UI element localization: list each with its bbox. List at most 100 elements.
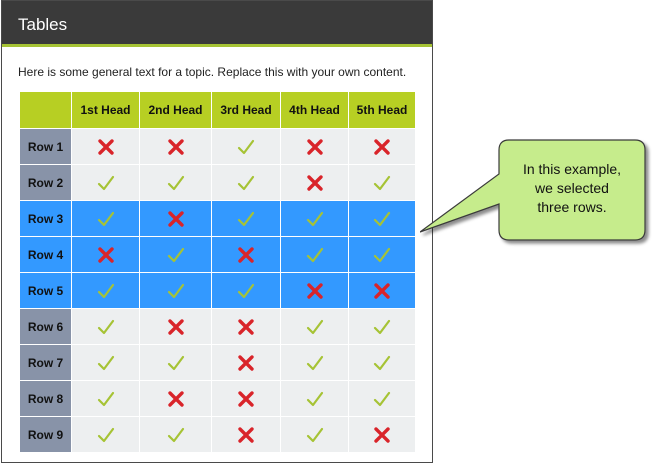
check-icon — [305, 390, 325, 407]
check-icon — [372, 390, 392, 407]
table-cell — [211, 236, 281, 273]
check-icon — [305, 318, 325, 335]
cross-icon — [305, 282, 325, 299]
table-cell — [280, 308, 349, 345]
table-row[interactable]: Row 7 — [19, 344, 416, 381]
row-label: Row 8 — [19, 380, 72, 417]
table-cell — [280, 344, 349, 381]
panel-header: Tables — [2, 1, 432, 47]
check-icon — [236, 210, 256, 227]
check-icon — [166, 246, 186, 263]
topic-panel: Tables Here is some general text for a t… — [1, 0, 433, 463]
check-icon — [166, 282, 186, 299]
table-cell — [211, 272, 281, 309]
table-cell — [348, 236, 416, 273]
row-label: Row 7 — [19, 344, 72, 381]
table-cell — [348, 128, 416, 165]
check-icon — [166, 426, 186, 443]
row-label: Row 5 — [19, 272, 72, 309]
table-cell — [348, 164, 416, 201]
table-cell — [71, 200, 140, 237]
cross-icon — [236, 246, 256, 263]
column-header: 1st Head — [71, 91, 140, 129]
callout-line: In this example, — [523, 161, 621, 177]
check-icon — [236, 138, 256, 155]
table-corner-cell — [19, 91, 72, 129]
check-icon — [166, 174, 186, 191]
cross-icon — [96, 246, 116, 263]
table-cell — [348, 344, 416, 381]
table-row[interactable]: Row 1 — [19, 128, 416, 165]
table-row[interactable]: Row 6 — [19, 308, 416, 345]
table-cell — [211, 164, 281, 201]
table-cell — [139, 272, 212, 309]
check-icon — [236, 174, 256, 191]
table-cell — [139, 200, 212, 237]
check-icon — [372, 174, 392, 191]
table-cell — [348, 416, 416, 453]
data-table: 1st Head 2nd Head 3rd Head 4th Head 5th … — [19, 91, 416, 453]
cross-icon — [236, 354, 256, 371]
check-icon — [305, 246, 325, 263]
cross-icon — [236, 426, 256, 443]
check-icon — [96, 354, 116, 371]
row-label: Row 1 — [19, 128, 72, 165]
table-row[interactable]: Row 8 — [19, 380, 416, 417]
table-cell — [211, 200, 281, 237]
table-cell — [139, 236, 212, 273]
svg-text:we selected: we selected — [534, 180, 609, 196]
check-icon — [305, 354, 325, 371]
table-row[interactable]: Row 2 — [19, 164, 416, 201]
table-cell — [71, 380, 140, 417]
table-cell — [280, 164, 349, 201]
table-cell — [211, 380, 281, 417]
table-cell — [348, 272, 416, 309]
cross-icon — [305, 174, 325, 191]
table-cell — [71, 236, 140, 273]
table-cell — [71, 164, 140, 201]
table-cell — [139, 164, 212, 201]
check-icon — [305, 426, 325, 443]
cross-icon — [166, 210, 186, 227]
table-cell — [71, 308, 140, 345]
callout-line: we selected — [534, 180, 609, 196]
cross-icon — [372, 282, 392, 299]
callout-bubble: In this example, we selected three rows. — [420, 139, 646, 241]
table-row[interactable]: Row 4 — [19, 236, 416, 273]
cross-icon — [236, 318, 256, 335]
table-cell — [280, 272, 349, 309]
check-icon — [96, 210, 116, 227]
table-cell — [280, 128, 349, 165]
row-label: Row 2 — [19, 164, 72, 201]
intro-text: Here is some general text for a topic. R… — [18, 65, 407, 79]
table-row[interactable]: Row 5 — [19, 272, 416, 309]
table-cell — [280, 200, 349, 237]
check-icon — [96, 426, 116, 443]
check-icon — [372, 318, 392, 335]
table-cell — [280, 416, 349, 453]
check-icon — [166, 354, 186, 371]
table-cell — [348, 200, 416, 237]
check-icon — [96, 318, 116, 335]
column-header: 2nd Head — [139, 91, 212, 129]
cross-icon — [166, 138, 186, 155]
column-header: 4th Head — [280, 91, 349, 129]
cross-icon — [166, 318, 186, 335]
column-header: 3rd Head — [211, 91, 281, 129]
table-cell — [280, 380, 349, 417]
panel-title: Tables — [18, 15, 68, 34]
cross-icon — [305, 138, 325, 155]
column-header: 5th Head — [348, 91, 416, 129]
check-icon — [372, 210, 392, 227]
table-cell — [139, 416, 212, 453]
table-row[interactable]: Row 9 — [19, 416, 416, 453]
table-cell — [211, 416, 281, 453]
check-icon — [372, 354, 392, 371]
table-cell — [71, 416, 140, 453]
table-row[interactable]: Row 3 — [19, 200, 416, 237]
table-cell — [348, 380, 416, 417]
cross-icon — [236, 390, 256, 407]
table-cell — [139, 308, 212, 345]
check-icon — [236, 282, 256, 299]
table-cell — [211, 128, 281, 165]
